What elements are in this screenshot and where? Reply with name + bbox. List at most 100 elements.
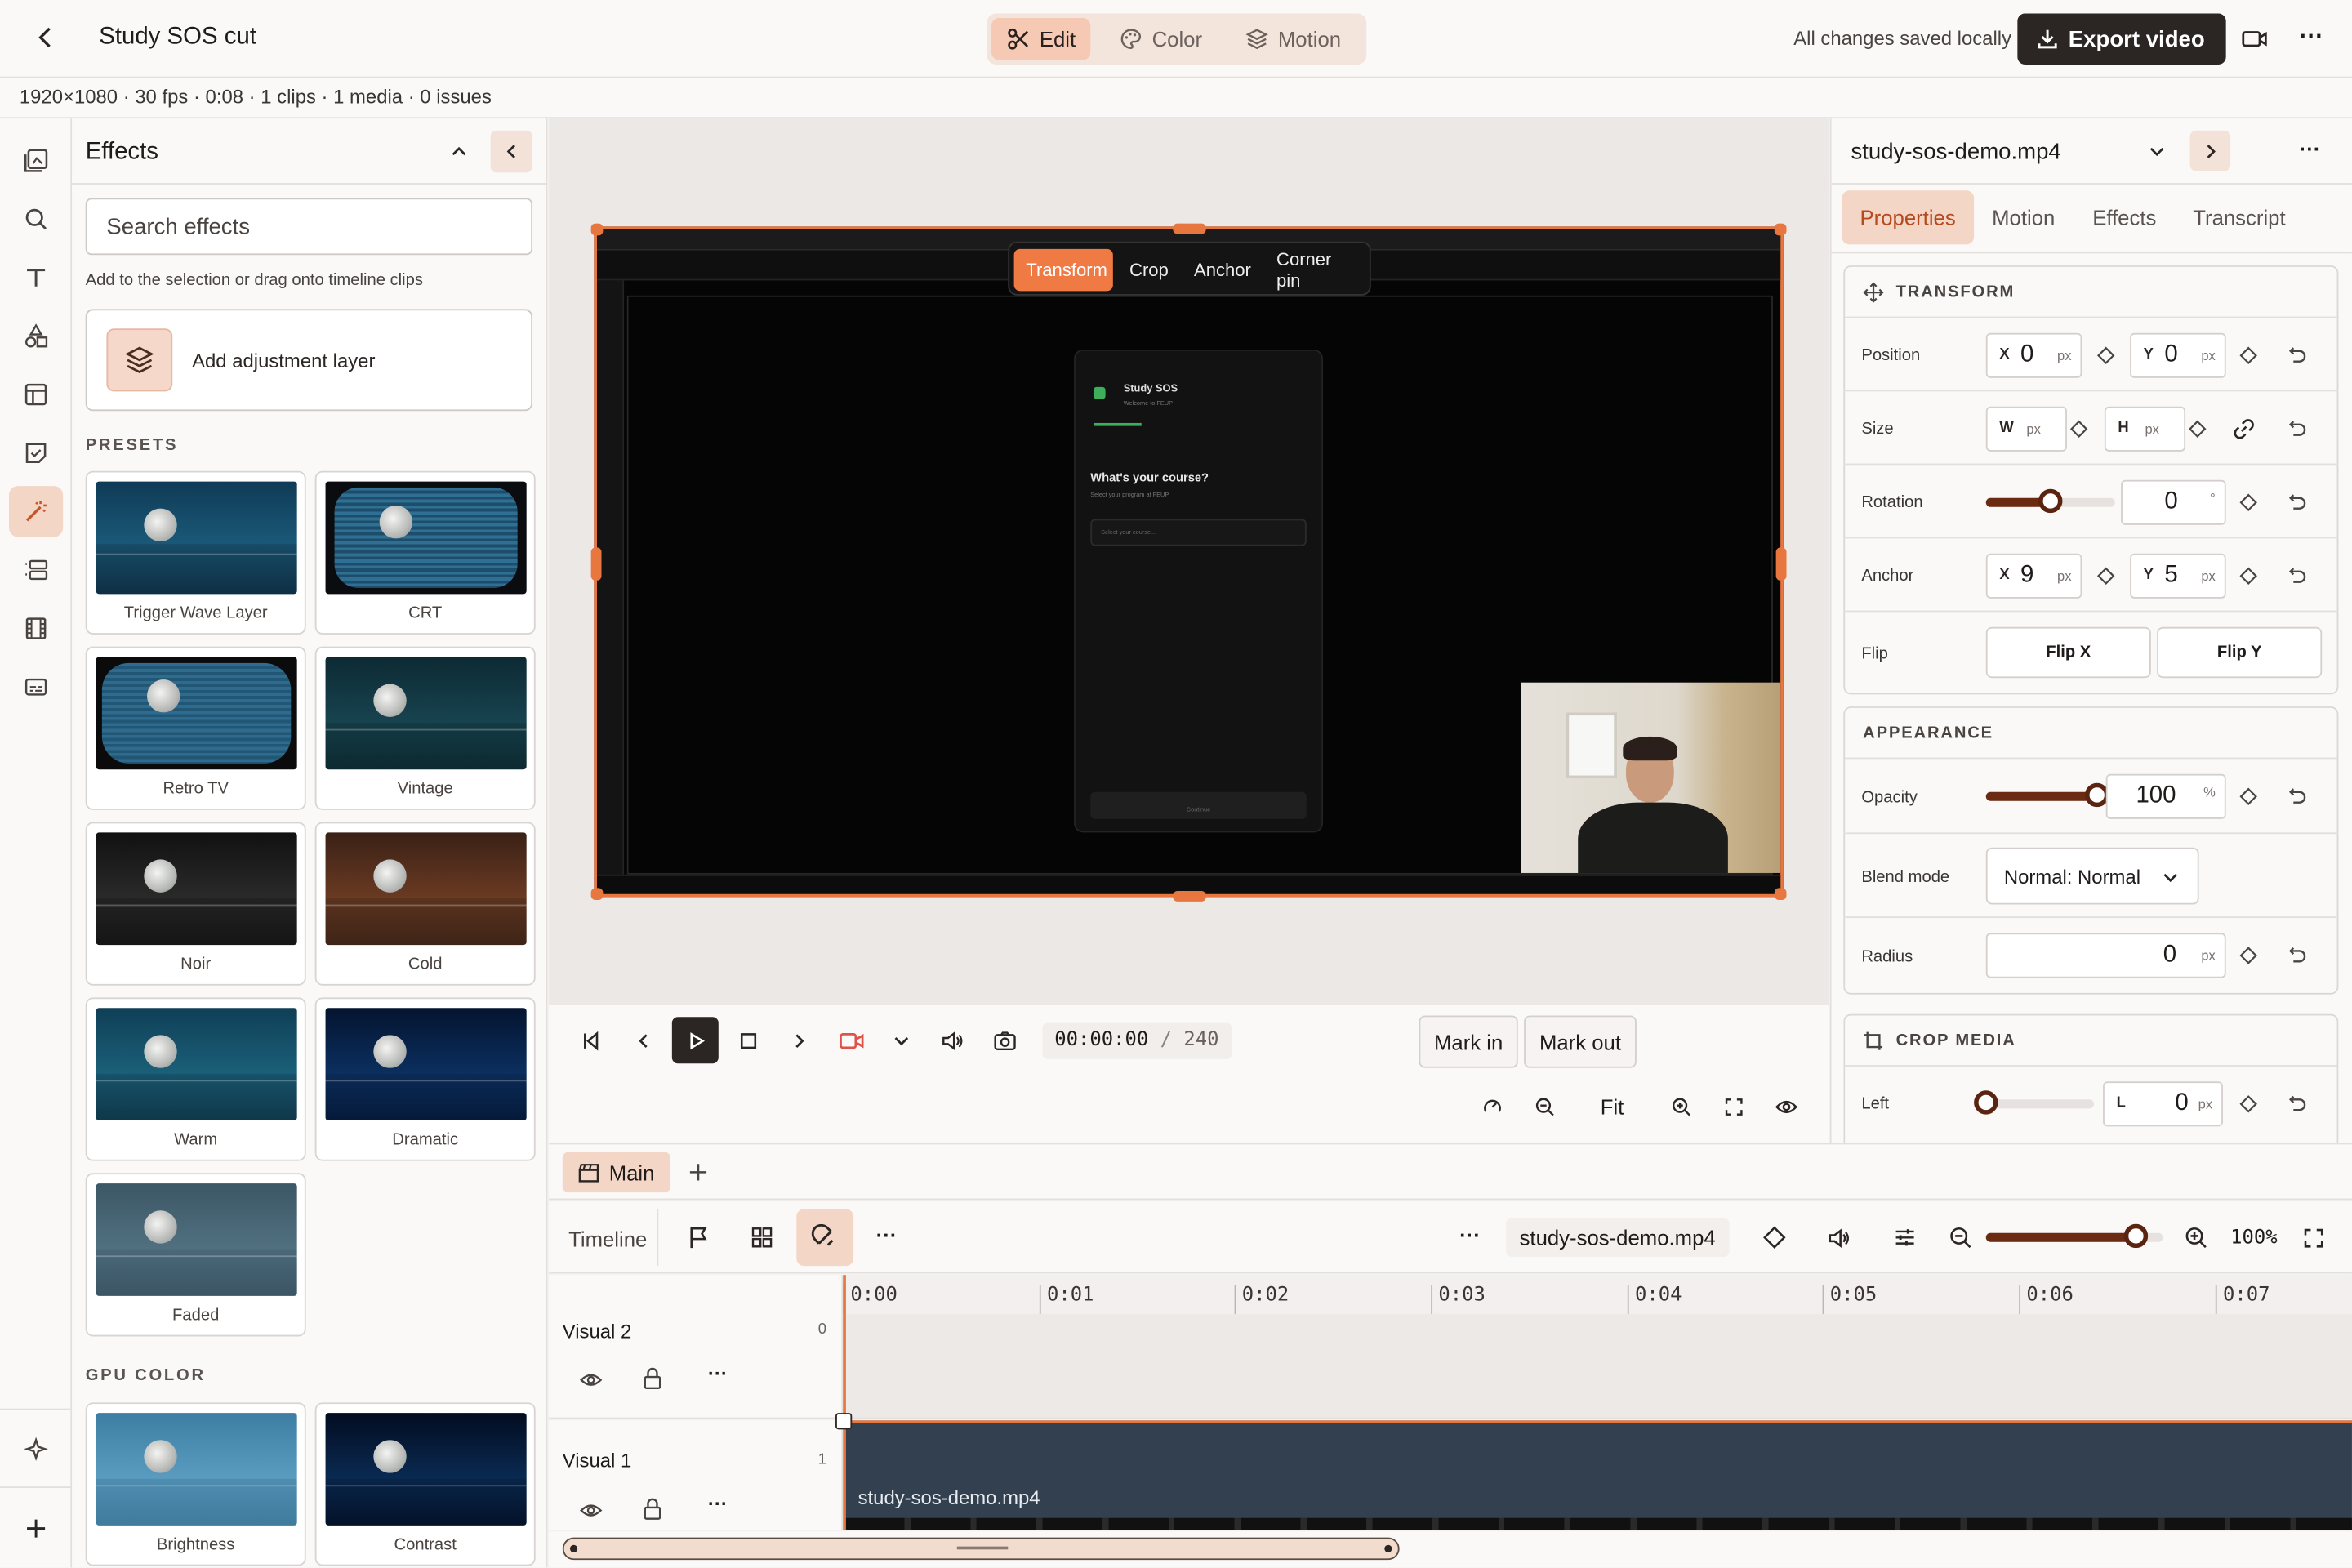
grid-view-icon[interactable] — [746, 1221, 778, 1254]
track-lane-visual-2[interactable] — [844, 1313, 2352, 1419]
film-icon[interactable] — [21, 613, 51, 644]
skip-to-start-icon[interactable] — [574, 1024, 607, 1057]
collapse-section-icon[interactable] — [448, 141, 470, 163]
file-dropdown-chevron-icon[interactable] — [2148, 142, 2166, 160]
marker-flag-icon[interactable] — [683, 1221, 715, 1254]
playhead-handle[interactable] — [835, 1413, 853, 1430]
preset-card-noir[interactable]: Noir — [85, 822, 306, 986]
tab-effects[interactable]: Effects — [2074, 190, 2174, 244]
radius-field[interactable]: 0 px — [1985, 933, 2226, 978]
timeline-zoom-in-icon[interactable] — [2180, 1221, 2212, 1254]
mode-color-tab[interactable]: Color — [1104, 18, 1218, 60]
mode-edit-tab[interactable]: Edit — [991, 18, 1091, 60]
reset-icon[interactable] — [2284, 1092, 2308, 1116]
keyframe-diamond-icon[interactable] — [2094, 564, 2118, 588]
mark-in-button[interactable]: Mark in — [1419, 1015, 1518, 1068]
tool-crop-button[interactable]: Crop — [1117, 249, 1180, 291]
keyframe-diamond-icon[interactable] — [2185, 417, 2209, 441]
record-options-chevron-icon[interactable] — [885, 1024, 918, 1057]
crop-left-slider-knob[interactable] — [1974, 1090, 1998, 1115]
preview-visibility-icon[interactable] — [1770, 1090, 1802, 1123]
search-icon[interactable] — [21, 204, 51, 234]
camera-icon[interactable] — [2241, 27, 2268, 51]
timeline-zoom-slider[interactable] — [1985, 1223, 2163, 1249]
anchor-x-field[interactable]: X 9 px — [1985, 553, 2082, 599]
sequence-tab-main[interactable]: Main — [562, 1152, 671, 1193]
blend-mode-select[interactable]: Normal: Normal — [1985, 847, 2199, 905]
rotation-slider-knob[interactable] — [2038, 488, 2063, 514]
preset-card-warm[interactable]: Warm — [85, 997, 306, 1161]
previous-frame-icon[interactable] — [627, 1024, 660, 1057]
gpu-card-contrast[interactable]: Contrast — [314, 1402, 536, 1566]
mode-motion-tab[interactable]: Motion — [1230, 18, 1356, 60]
reset-icon[interactable] — [2284, 491, 2308, 514]
fit-button[interactable]: Fit — [1601, 1095, 1624, 1119]
size-w-field[interactable]: Wpx — [1985, 406, 2067, 452]
add-sequence-icon[interactable] — [688, 1162, 708, 1182]
selected-clip-chip[interactable]: study-sos-demo.mp4 — [1506, 1218, 1730, 1258]
position-x-field[interactable]: X 0 px — [1985, 332, 2082, 378]
scroll-handle-right[interactable] — [1384, 1544, 1392, 1552]
preset-card-faded[interactable]: Faded — [85, 1173, 306, 1337]
track-more-icon[interactable]: ··· — [708, 1364, 728, 1383]
reset-icon[interactable] — [2284, 785, 2308, 808]
adjust-sliders-icon[interactable] — [1888, 1221, 1921, 1254]
timeline-scrollbar-thumb[interactable] — [562, 1537, 1400, 1561]
reset-icon[interactable] — [2284, 344, 2308, 368]
keyframe-diamond-icon[interactable] — [2237, 564, 2261, 588]
resize-handle-top[interactable] — [1173, 223, 1206, 234]
link-aspect-icon[interactable] — [2232, 417, 2256, 441]
audio-icon[interactable] — [1823, 1221, 1855, 1254]
keyframe-diamond-icon[interactable] — [1758, 1221, 1791, 1254]
reset-icon[interactable] — [2284, 417, 2308, 441]
keyframe-diamond-icon[interactable] — [2237, 491, 2261, 514]
timeline-clip[interactable]: study-sos-demo.mp4 — [844, 1420, 2352, 1530]
position-y-field[interactable]: Y 0 px — [2130, 332, 2226, 378]
magnet-snap-button[interactable] — [796, 1209, 854, 1267]
tool-anchor-button[interactable]: Anchor — [1182, 249, 1263, 291]
captions-icon[interactable] — [21, 555, 51, 586]
keyframe-diamond-icon[interactable] — [2237, 1092, 2261, 1116]
eye-icon[interactable] — [579, 1500, 603, 1521]
add-adjustment-layer-button[interactable]: Add adjustment layer — [85, 309, 533, 412]
preset-card-crt[interactable]: CRT — [314, 470, 536, 635]
record-camera-icon[interactable] — [835, 1024, 868, 1057]
keyframe-diamond-icon[interactable] — [2094, 344, 2118, 368]
resize-handle-top-left[interactable] — [590, 223, 604, 236]
snapshot-icon[interactable] — [988, 1024, 1021, 1057]
next-frame-icon[interactable] — [783, 1024, 816, 1057]
tool-corner-pin-button[interactable]: Corner pin — [1264, 249, 1370, 291]
anchor-y-field[interactable]: Y 5 px — [2130, 553, 2226, 599]
preset-card-trigger-wave[interactable]: Trigger Wave Layer — [85, 470, 306, 635]
timeline-more-icon[interactable]: ··· — [876, 1224, 898, 1245]
preset-card-cold[interactable]: Cold — [314, 822, 536, 986]
fullscreen-icon[interactable] — [1717, 1090, 1750, 1123]
stop-icon[interactable] — [732, 1024, 764, 1057]
rotation-field[interactable]: 0 ° — [2121, 479, 2226, 525]
keyframe-diamond-icon[interactable] — [2067, 417, 2091, 441]
keyframe-diamond-icon[interactable] — [2237, 943, 2261, 967]
tab-properties[interactable]: Properties — [1842, 190, 1974, 245]
inspector-more-icon[interactable]: ··· — [2300, 138, 2321, 159]
play-button[interactable] — [671, 1017, 719, 1064]
mark-out-button[interactable]: Mark out — [1524, 1015, 1637, 1068]
playback-speed-icon[interactable] — [1476, 1090, 1508, 1123]
clip-more-icon[interactable]: ··· — [1459, 1224, 1481, 1245]
zoom-out-icon[interactable] — [1529, 1090, 1561, 1123]
text-tool-icon[interactable] — [21, 262, 51, 292]
zoom-in-icon[interactable] — [1665, 1090, 1698, 1123]
timeline-zoom-out-icon[interactable] — [1944, 1221, 1976, 1254]
add-icon[interactable] — [21, 1513, 51, 1544]
sticker-icon[interactable] — [21, 438, 51, 468]
time-ruler[interactable]: 0:00 0:01 0:02 0:03 0:04 0:05 0:06 0:07 — [843, 1275, 2352, 1314]
lock-icon[interactable] — [642, 1366, 663, 1390]
shapes-icon[interactable] — [21, 321, 51, 351]
preset-card-vintage[interactable]: Vintage — [314, 646, 536, 810]
layout-icon[interactable] — [21, 380, 51, 410]
rotation-slider[interactable] — [1985, 488, 2115, 514]
subtitles-icon[interactable] — [21, 672, 51, 702]
reset-icon[interactable] — [2284, 564, 2308, 588]
tool-transform-button[interactable]: Transform — [1013, 248, 1113, 292]
tab-transcript[interactable]: Transcript — [2175, 190, 2303, 244]
close-panel-button[interactable] — [490, 130, 533, 173]
